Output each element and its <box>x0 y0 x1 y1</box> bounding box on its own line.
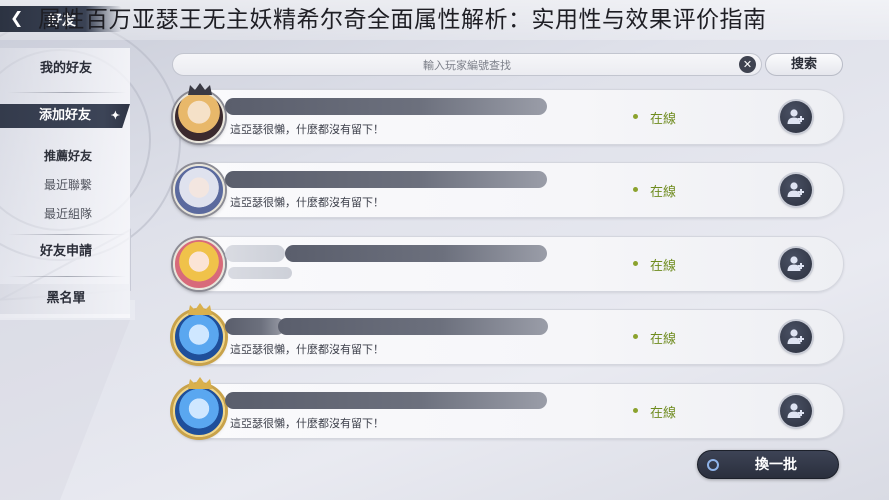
avatar[interactable] <box>173 238 225 290</box>
sidebar-item-blacklist[interactable]: 黑名單 <box>0 287 132 311</box>
redacted-name-bar <box>225 171 547 188</box>
crown-icon <box>188 303 212 315</box>
online-status-label: 在線 <box>650 112 677 127</box>
sidebar-subitem-recommended[interactable]: 推薦好友 <box>0 144 132 168</box>
sidebar-divider <box>8 234 126 235</box>
add-user-icon <box>787 256 804 271</box>
friend-signature: 這亞瑟很懶，什麼都沒有留下！ <box>230 343 384 356</box>
friend-signature: 這亞瑟很懶，什麼都沒有留下！ <box>230 417 384 430</box>
avatar[interactable] <box>173 164 225 216</box>
search-bar <box>172 53 762 76</box>
sidebar-divider <box>8 276 126 277</box>
redacted-name-bar <box>225 245 285 262</box>
crown-icon <box>188 83 212 95</box>
online-status-dot <box>633 334 638 339</box>
friend-signature: 這亞瑟很懶，什麼都沒有留下！ <box>230 123 384 136</box>
sidebar-divider <box>8 92 126 93</box>
sidebar-subitem-recent-contacts[interactable]: 最近聯繫 <box>0 173 132 197</box>
add-friend-button[interactable] <box>780 321 812 353</box>
crown-icon <box>188 377 212 389</box>
redacted-name-bar <box>285 245 547 262</box>
add-friend-button[interactable] <box>780 101 812 133</box>
add-user-icon <box>787 403 804 418</box>
redacted-name-bar <box>225 98 547 115</box>
avatar[interactable] <box>173 311 225 363</box>
refresh-button-label: 換一批 <box>755 457 797 473</box>
add-user-icon <box>787 182 804 197</box>
search-button[interactable]: 搜索 <box>765 53 843 76</box>
sidebar-item-label: 添加好友 <box>38 108 91 123</box>
back-arrow-icon: ❮ <box>10 8 24 27</box>
overlay-title-text: 属性百万亚瑟王无主妖精希尔奇全面属性解析：实用性与效果评价指南 <box>38 7 767 33</box>
sidebar-item-add-friend[interactable]: 添加好友 ✦ <box>0 104 130 128</box>
online-status-label: 在線 <box>650 406 677 421</box>
sparkle-icon: ✦ <box>110 109 120 122</box>
add-friend-button[interactable] <box>780 174 812 206</box>
add-user-icon <box>787 109 804 124</box>
clear-icon[interactable]: ✕ <box>739 56 756 73</box>
search-input[interactable] <box>173 55 761 76</box>
sidebar-item-friend-requests[interactable]: 好友申請 <box>0 240 132 264</box>
redacted-name-bar <box>225 318 285 335</box>
online-status-label: 在線 <box>650 185 677 200</box>
sidebar-item-my-friends[interactable]: 我的好友 <box>0 57 132 81</box>
redacted-signature-bar <box>228 267 292 279</box>
avatar[interactable] <box>173 385 225 437</box>
avatar[interactable] <box>173 91 225 143</box>
add-user-icon <box>787 329 804 344</box>
online-status-dot <box>633 114 638 119</box>
online-status-dot <box>633 261 638 266</box>
redacted-name-bar <box>278 318 548 335</box>
online-status-label: 在線 <box>650 259 677 274</box>
online-status-dot <box>633 408 638 413</box>
sidebar-subitem-recent-teams[interactable]: 最近組隊 <box>0 202 132 226</box>
online-status-dot <box>633 187 638 192</box>
online-status-label: 在線 <box>650 332 677 347</box>
add-friend-button[interactable] <box>780 395 812 427</box>
friend-signature: 這亞瑟很懶，什麼都沒有留下！ <box>230 196 384 209</box>
redacted-name-bar <box>225 392 547 409</box>
add-friend-button[interactable] <box>780 248 812 280</box>
refresh-batch-button[interactable]: 換一批 <box>697 450 839 479</box>
